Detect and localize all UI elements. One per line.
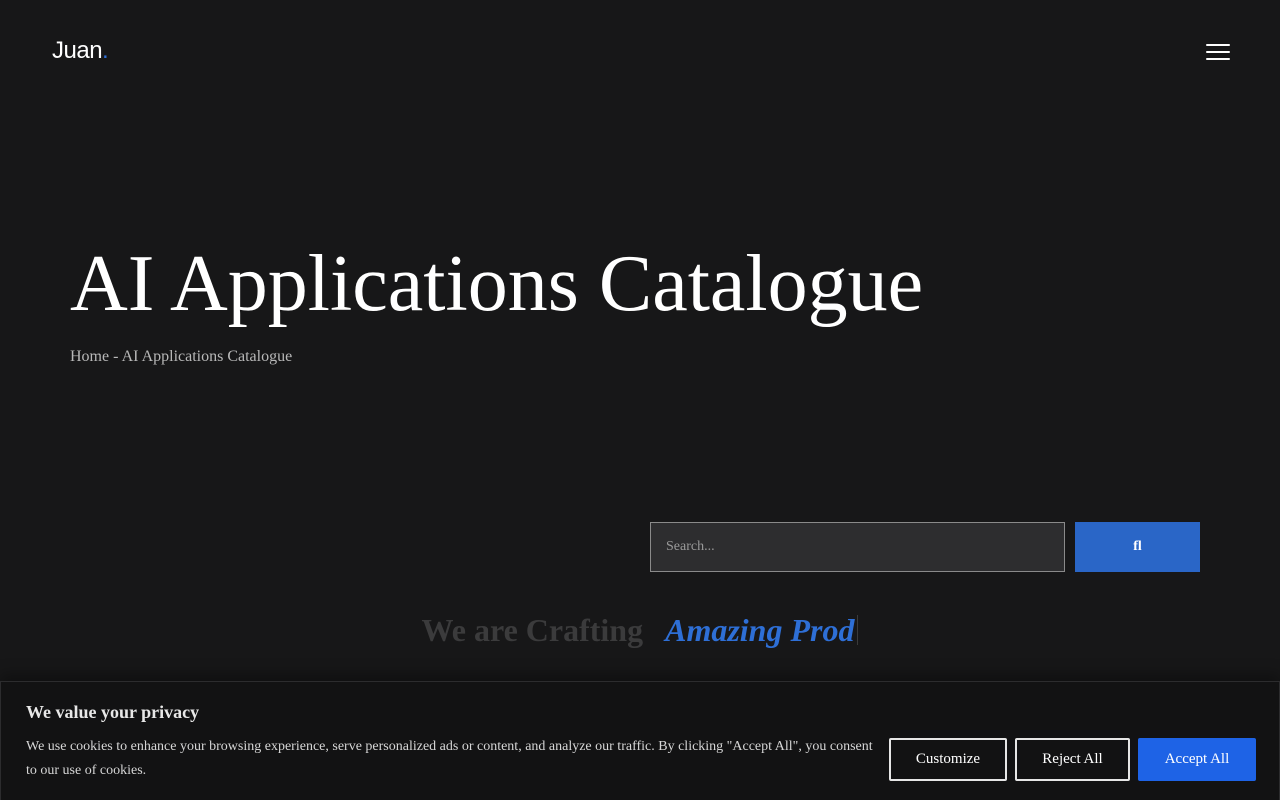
cookie-banner-text: We use cookies to enhance your browsing …: [26, 739, 873, 778]
search-button[interactable]: fl: [1075, 522, 1200, 572]
breadcrumb-current: AI Applications Catalogue: [121, 348, 293, 365]
site-logo[interactable]: Juan.: [52, 36, 109, 66]
search-button-label: fl: [1133, 539, 1142, 554]
accept-all-button[interactable]: Accept All: [1138, 738, 1256, 781]
tagline-typed-text: Amazing Prod: [665, 612, 855, 648]
page: Juan. AI Applications Catalogue Home - A…: [0, 0, 1280, 800]
breadcrumb: Home - AI Applications Catalogue: [70, 346, 292, 368]
menu-bar-middle: [1206, 51, 1230, 53]
menu-bar-top: [1206, 44, 1230, 46]
typewriter-tagline: We are Crafting Amazing Prod: [0, 608, 1280, 652]
reject-all-button[interactable]: Reject All: [1015, 738, 1130, 781]
page-title: AI Applications Catalogue: [70, 240, 924, 328]
search-input[interactable]: [650, 522, 1065, 572]
logo-text: Juan: [52, 37, 103, 64]
typing-caret: [857, 615, 859, 645]
hamburger-menu-icon[interactable]: [1204, 40, 1232, 64]
breadcrumb-separator: -: [109, 348, 122, 365]
tagline-static-text: We are Crafting: [421, 612, 644, 648]
cookie-banner-title: We value your privacy: [26, 702, 200, 722]
customize-button[interactable]: Customize: [889, 738, 1007, 781]
menu-bar-bottom: [1206, 58, 1230, 60]
cookie-consent-banner: We value your privacy We use cookies to …: [0, 681, 1280, 800]
breadcrumb-home-link[interactable]: Home: [70, 348, 109, 365]
logo-dot: .: [102, 37, 109, 64]
